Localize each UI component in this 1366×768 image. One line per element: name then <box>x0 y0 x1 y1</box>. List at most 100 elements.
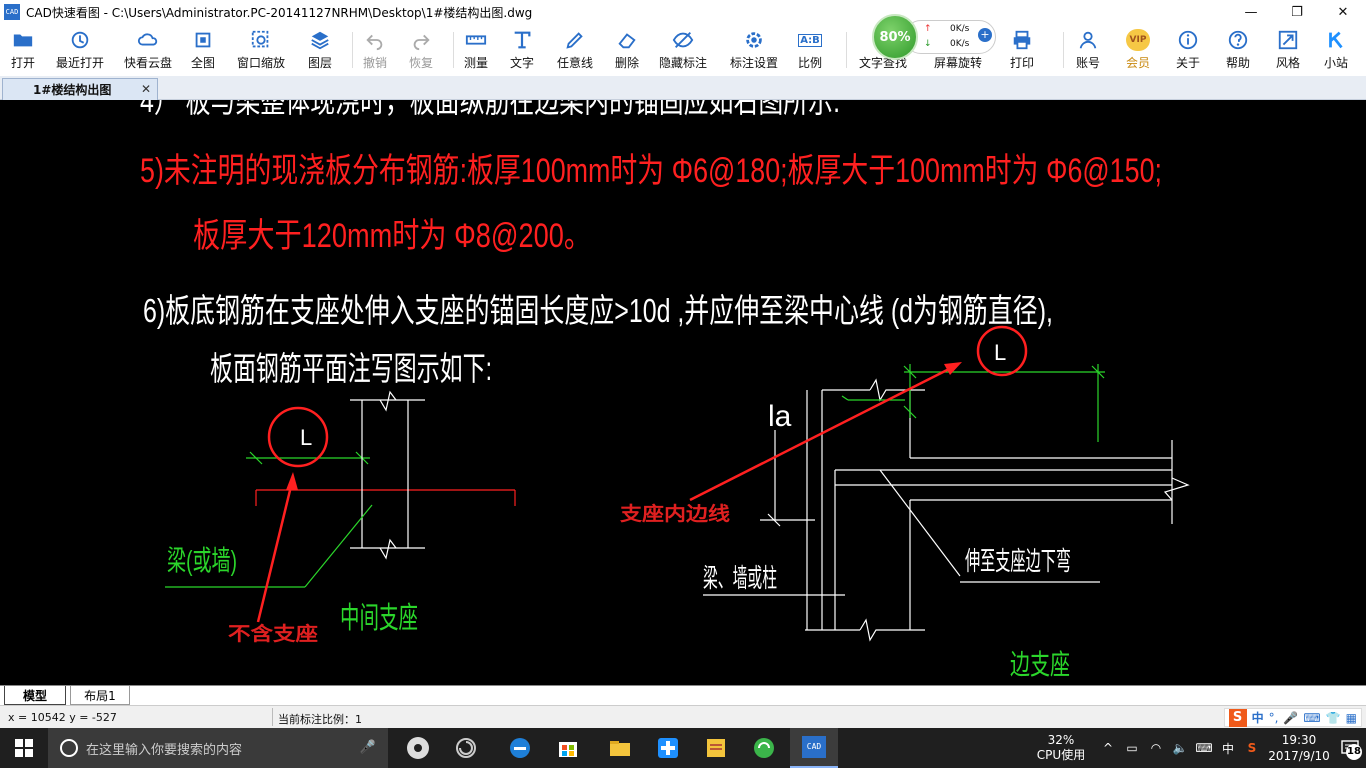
gear-icon <box>742 29 766 51</box>
folder-open-icon <box>11 29 35 51</box>
taskbar-app-store[interactable] <box>544 728 592 768</box>
doc-tab-1#楼结构出图[interactable]: 1#楼结构出图 ✕ <box>2 78 158 100</box>
battery-icon[interactable]: ▭ <box>1120 741 1144 755</box>
mic-icon[interactable]: 🎤 <box>360 740 376 755</box>
clock[interactable]: 19:30 2017/9/10 <box>1264 732 1334 764</box>
toolbar-cloud-button[interactable]: 快看云盘 <box>118 24 178 76</box>
toolbar-info-button[interactable]: 关于 <box>1166 24 1210 76</box>
label-edge-support: 边支座 <box>1010 649 1070 680</box>
taskbar-search-input[interactable]: 在这里输入你要搜索的内容 🎤 <box>48 728 388 768</box>
toolbar-label: 标注设置 <box>729 56 778 70</box>
taskbar-app-fan[interactable] <box>394 728 442 768</box>
toolbar-text-button[interactable]: 文字 <box>502 24 542 76</box>
toolbar-user-button[interactable]: 账号 <box>1066 24 1110 76</box>
eraser-icon <box>615 29 639 51</box>
label-beam-or-wall: 梁(或墙) <box>167 545 237 576</box>
toolbar-zoom-window-button[interactable]: 窗口缩放 <box>228 24 294 76</box>
tab-layout1[interactable]: 布局1 <box>70 686 130 705</box>
label-extend-bend: 伸至支座边下弯 <box>965 546 1071 576</box>
toolbar-undo-button[interactable]: 撤销 <box>355 24 395 76</box>
taskbar-app-notes[interactable] <box>692 728 740 768</box>
cpu-percent: 32% <box>1047 733 1075 747</box>
clock-date: 2017/9/10 <box>1268 749 1330 763</box>
toolbar-eraser-button[interactable]: 删除 <box>608 24 646 76</box>
toolbar-pencil-button[interactable]: 任意线 <box>548 24 602 76</box>
start-button[interactable] <box>0 728 48 768</box>
cpu-label: CPU使用 <box>1036 748 1086 762</box>
close-button[interactable]: ✕ <box>1320 0 1366 24</box>
tray-up-chevron-icon[interactable]: ^ <box>1096 741 1120 755</box>
windows-logo-icon <box>15 739 33 757</box>
spiral-browser-icon <box>456 738 476 758</box>
clock-time: 19:30 <box>1281 733 1317 747</box>
toolbar-label: 账号 <box>1075 56 1100 70</box>
toolbar-folder-open-button[interactable]: 打开 <box>4 24 42 76</box>
keyboard-icon[interactable]: ⌨ <box>1192 741 1216 755</box>
edge-support-figure: L <box>689 325 1190 642</box>
memory-ball[interactable]: 80% <box>872 14 918 60</box>
ime-lang[interactable]: 中 <box>1252 709 1264 726</box>
taskbar-app-explorer[interactable] <box>596 728 644 768</box>
doc-tab-close-icon[interactable]: ✕ <box>141 82 151 96</box>
network-speed-widget[interactable]: 80% ↑ 0K/s ↓ 0K/s + <box>872 14 998 60</box>
cpu-meter[interactable]: 32% CPU使用 <box>1026 733 1096 763</box>
toolbar-style-button[interactable]: 风格 <box>1266 24 1310 76</box>
toolbar-scale-button[interactable]: A:B 比例 <box>790 24 830 76</box>
text-icon <box>510 29 534 51</box>
toolbar-separator <box>352 32 353 68</box>
toolbar-label: 帮助 <box>1225 56 1250 70</box>
taskbar-app-cad-viewer[interactable]: CAD <box>790 728 838 768</box>
upload-arrow-icon: ↑ <box>924 24 932 34</box>
wifi-icon[interactable]: ◠ <box>1144 741 1168 755</box>
ime-mic-icon[interactable]: 🎤 <box>1283 711 1298 725</box>
toolbar-ruler-button[interactable]: 测量 <box>456 24 496 76</box>
cad-drawing: 4） 板与梁整体现浇时，板面纵筋在边梁内的锚固应如右图所示. 5)未注明的现浇板… <box>140 100 1190 680</box>
action-center-button[interactable]: 18 <box>1334 728 1366 768</box>
toolbar-label: 全图 <box>190 56 215 70</box>
toolbar-k-site-button[interactable]: 小站 <box>1316 24 1356 76</box>
system-tray: 32% CPU使用 ^ ▭ ◠ 🔈 ⌨ 中 S 19:30 2017/9/10 … <box>1026 728 1366 768</box>
toolbar-fit-extent-button[interactable]: 全图 <box>184 24 222 76</box>
ime-punct-icon[interactable]: °, <box>1269 711 1279 725</box>
taskbar-app-edge[interactable] <box>496 728 544 768</box>
ruler-icon <box>464 29 488 51</box>
toolbar-redo-button[interactable]: 恢复 <box>401 24 441 76</box>
toolbar-label: 删除 <box>614 56 639 70</box>
restore-button[interactable]: ❐ <box>1274 0 1320 24</box>
toolbar-help-button[interactable]: 帮助 <box>1216 24 1260 76</box>
notes-icon <box>707 739 725 757</box>
ime-tools-icon[interactable]: ▦ <box>1346 711 1357 725</box>
fan-app-icon <box>407 737 429 759</box>
ime-skin-icon[interactable]: 👕 <box>1326 711 1341 725</box>
printer-icon <box>1010 29 1034 51</box>
toolbar-printer-button[interactable]: 打印 <box>999 24 1045 76</box>
toolbar-layers-button[interactable]: 图层 <box>300 24 340 76</box>
label-not-include-support: 不含支座 <box>228 622 318 645</box>
volume-icon[interactable]: 🔈 <box>1168 741 1192 755</box>
green-circle-app-icon <box>754 738 774 758</box>
taskbar-app-green-refresh[interactable] <box>740 728 788 768</box>
toolbar-separator <box>846 32 847 68</box>
help-icon <box>1226 29 1250 51</box>
ime-keyboard-icon[interactable]: ⌨ <box>1303 711 1320 725</box>
boost-plus-icon[interactable]: + <box>978 28 992 42</box>
edge-icon <box>510 738 530 758</box>
undo-icon <box>363 29 387 51</box>
toolbar-gear-button[interactable]: 标注设置 <box>724 24 784 76</box>
taskbar-app-browser-360[interactable] <box>442 728 490 768</box>
drawing-canvas[interactable]: 4） 板与梁整体现浇时，板面纵筋在边梁内的锚固应如右图所示. 5)未注明的现浇板… <box>0 100 1366 685</box>
tray-ime-lang[interactable]: 中 <box>1216 740 1240 757</box>
taskbar-app-blue-plus[interactable] <box>644 728 692 768</box>
note-line-6b: 板面钢筋平面注写图示如下: <box>210 350 492 387</box>
cad-app-icon: CAD <box>802 736 826 758</box>
toolbar-label: 风格 <box>1275 56 1300 70</box>
toolbar-eye-hide-button[interactable]: 隐藏标注 <box>652 24 714 76</box>
tab-model[interactable]: 模型 <box>4 686 66 705</box>
toolbar-history-button[interactable]: 最近打开 <box>48 24 112 76</box>
minimize-button[interactable]: — <box>1228 0 1274 24</box>
redo-icon <box>409 29 433 51</box>
toolbar-vip-button[interactable]: VIP 会员 <box>1116 24 1160 76</box>
ime-toolbar[interactable]: S 中 °, 🎤 ⌨ 👕 ▦ <box>1223 708 1362 727</box>
sogou-tray-icon[interactable]: S <box>1240 741 1264 755</box>
sogou-logo-icon[interactable]: S <box>1228 708 1247 727</box>
